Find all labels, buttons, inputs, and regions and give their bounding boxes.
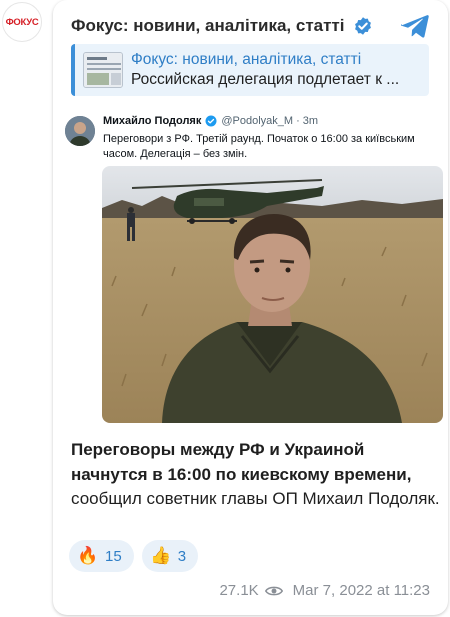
- tweet-header: Михайло Подоляк @Podolyak_M · 3m: [103, 115, 318, 127]
- share-icon[interactable]: [400, 12, 430, 40]
- thumbs-up-icon: 👍: [150, 546, 172, 565]
- reaction-thumbs-up[interactable]: 👍 3: [141, 540, 199, 572]
- reaction-fire[interactable]: 🔥 15: [69, 540, 134, 572]
- message-body: сообщил советник главы ОП Михаил Подоляк…: [71, 489, 440, 508]
- channel-name[interactable]: Фокус: новини, аналітика, статті: [71, 16, 345, 36]
- verified-icon: [354, 17, 371, 35]
- reactions-bar: 🔥 15 👍 3: [69, 540, 199, 572]
- tweet-screenshot[interactable]: Михайло Подоляк @Podolyak_M · 3m Перегов…: [53, 104, 448, 429]
- fire-icon: 🔥: [77, 546, 99, 565]
- view-count: 27.1K: [219, 582, 259, 599]
- channel-avatar[interactable]: ФОКУС: [2, 2, 42, 42]
- tweet-avatar: [65, 116, 95, 146]
- message-text: Переговоры между РФ и Украиной начнутся …: [71, 438, 441, 512]
- message-bubble: Фокус: новини, аналітика, статті Фокус: …: [53, 0, 448, 615]
- eye-icon: [264, 586, 283, 595]
- tweet-handle: @Podolyak_M: [221, 115, 294, 127]
- message-timestamp: Mar 7, 2022 at 11:23: [292, 582, 430, 599]
- tweet-text: Переговори з РФ. Третій раунд. Початок о…: [103, 133, 415, 160]
- channel-avatar-logo: ФОКУС: [5, 16, 39, 28]
- reply-text: Российская делегация подлетает к ...: [131, 71, 400, 88]
- tweet-photo[interactable]: [102, 166, 443, 423]
- message-header: Фокус: новини, аналітика, статті: [71, 12, 434, 40]
- reaction-count: 15: [105, 547, 122, 565]
- message-meta: 27.1K Mar 7, 2022 at 11:23: [219, 582, 430, 599]
- reaction-count: 3: [177, 547, 187, 565]
- forwarded-reply[interactable]: Фокус: новини, аналітика, статті Российс…: [71, 44, 429, 96]
- reply-thumbnail: [83, 52, 123, 88]
- tweet-time: · 3m: [296, 115, 319, 127]
- tweet-verified-icon: [205, 115, 217, 127]
- message-headline: Переговоры между РФ и Украиной начнутся …: [71, 440, 412, 484]
- tweet-author-name: Михайло Подоляк: [103, 115, 202, 127]
- reply-title: Фокус: новини, аналітика, статті: [131, 51, 362, 68]
